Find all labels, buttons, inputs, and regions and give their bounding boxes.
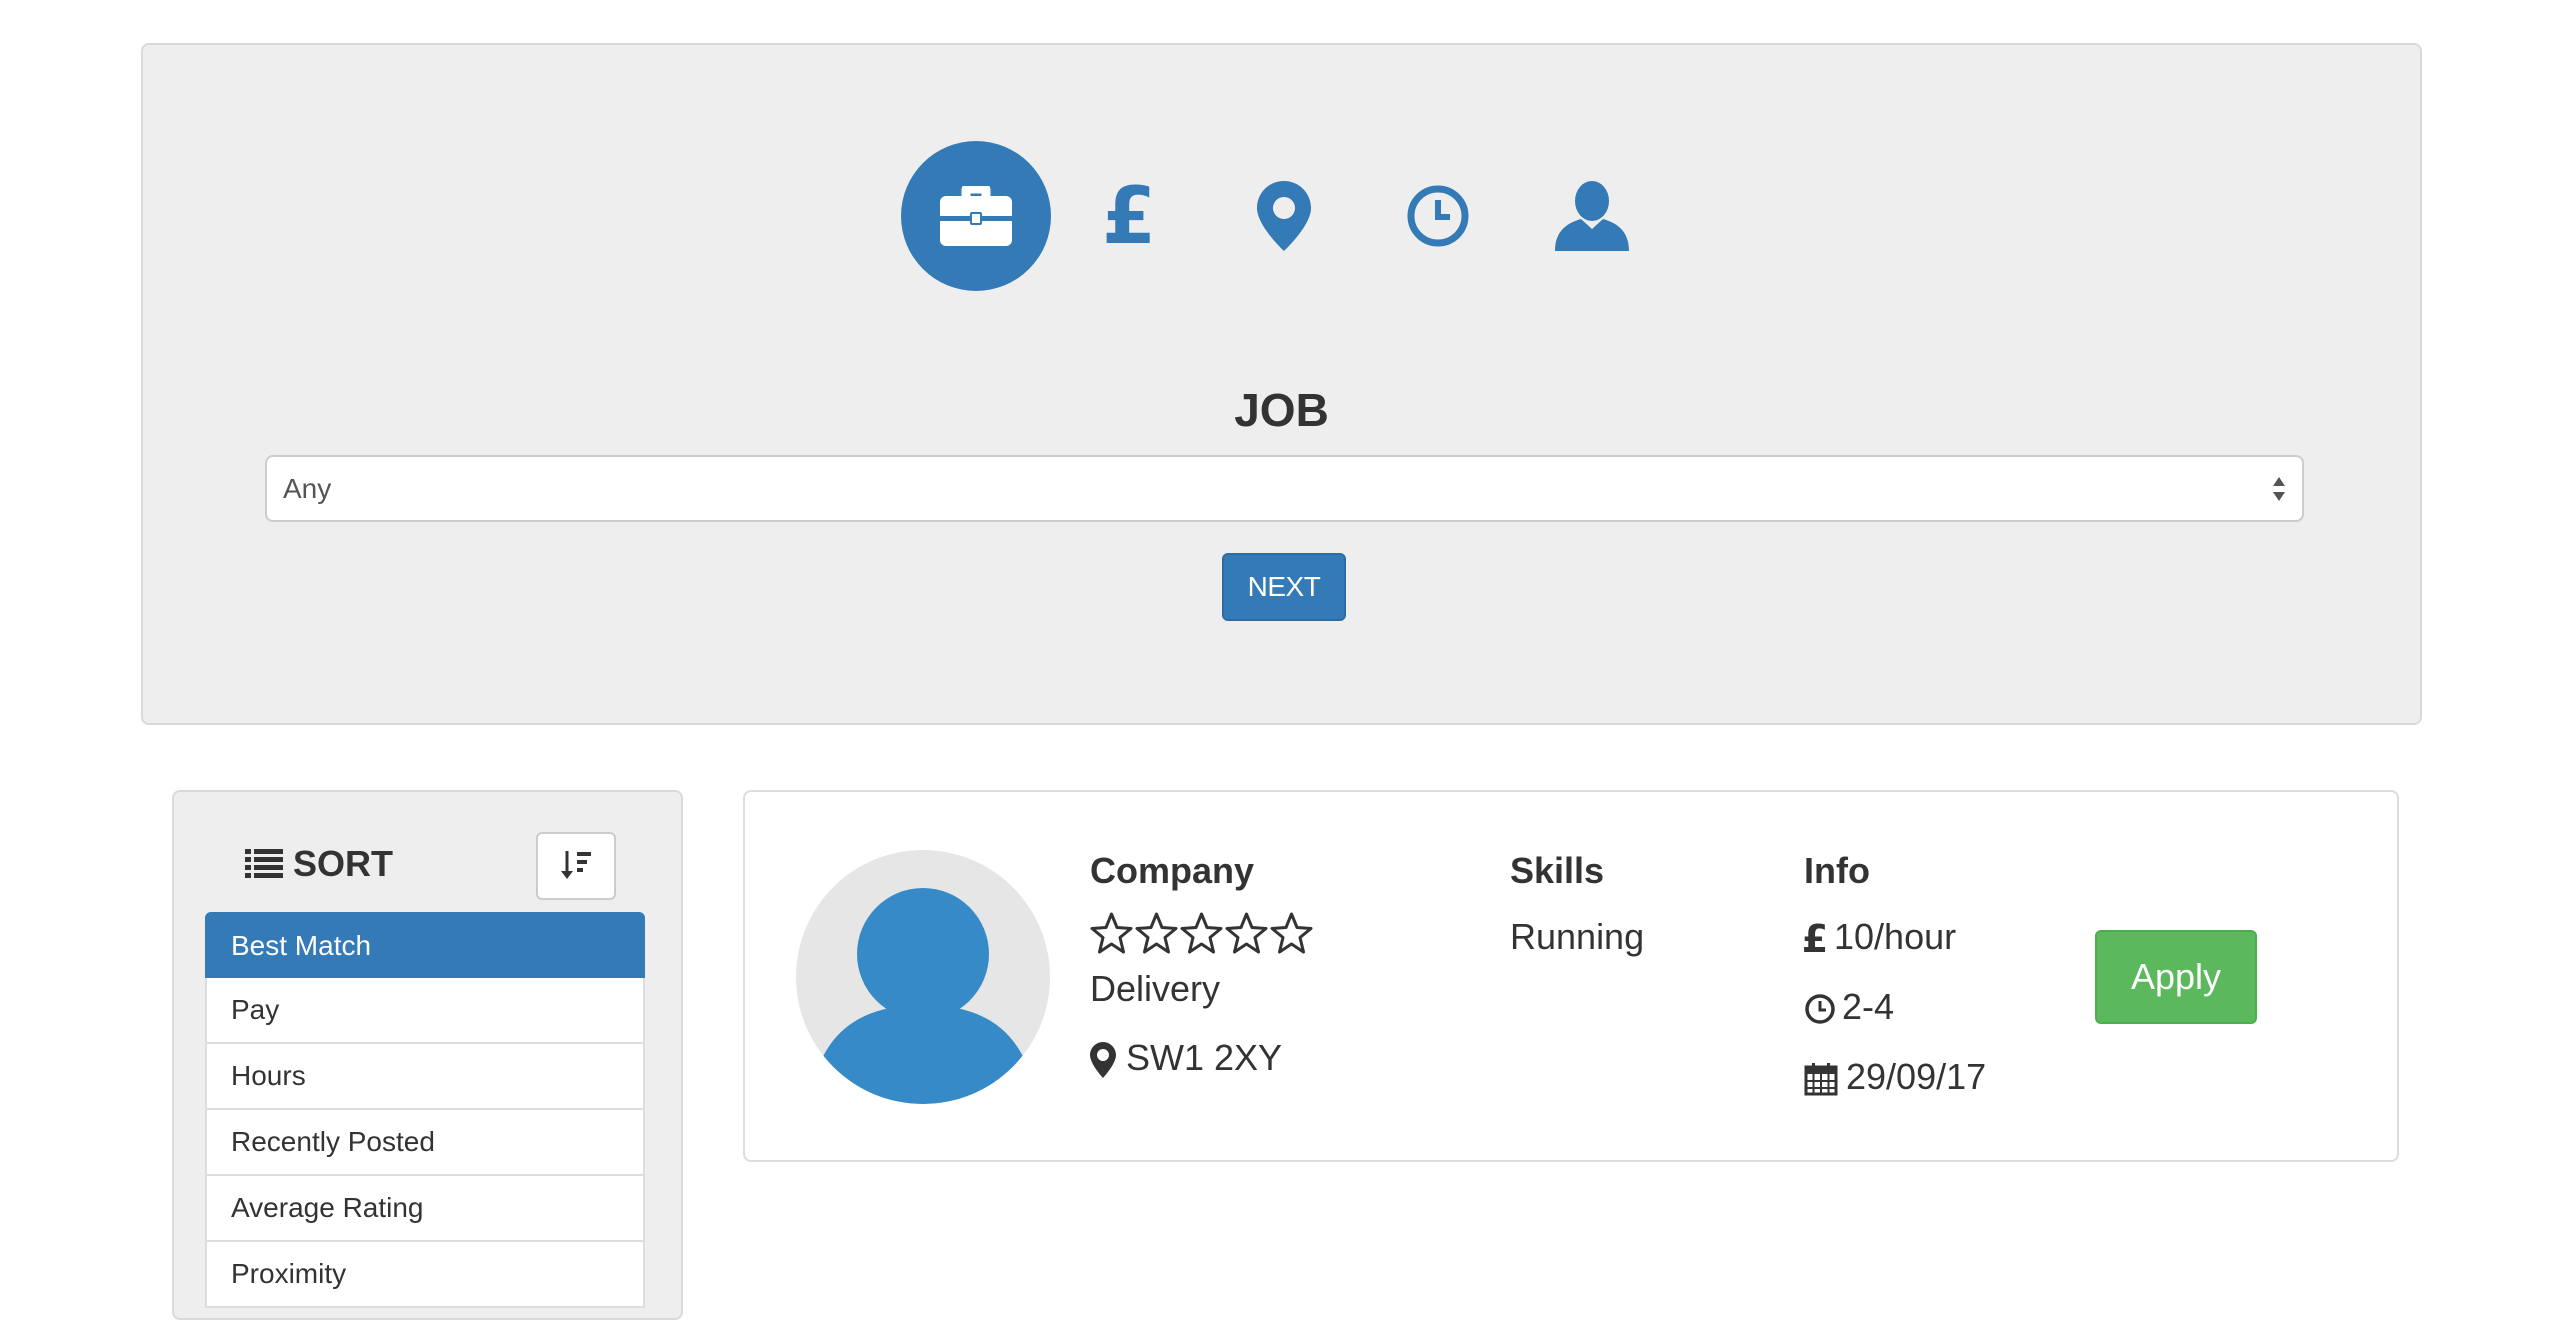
star-empty-icon (1270, 912, 1313, 954)
step-pay[interactable]: £ (1054, 141, 1204, 291)
sort-option-proximity[interactable]: Proximity (205, 1242, 645, 1308)
job-hours: 2-4 (1804, 986, 1894, 1028)
job-category: Delivery (1090, 968, 1221, 1009)
sort-option-hours[interactable]: Hours (205, 1044, 645, 1110)
job-card: Company Delivery SW1 2XY Skills Running … (743, 790, 2399, 1162)
svg-text:£: £ (1105, 183, 1153, 249)
avatar (796, 850, 1050, 1104)
sort-option-pay[interactable]: Pay (205, 978, 645, 1044)
step-location[interactable] (1209, 141, 1359, 291)
job-skills: Running (1510, 916, 1645, 957)
sort-heading: SORT (245, 843, 394, 884)
rating-stars (1090, 912, 1313, 954)
pound-icon: £ (1105, 183, 1153, 249)
job-type-select[interactable]: Any (265, 455, 2304, 522)
search-wizard-panel: £ JOB Any NEXT (141, 43, 2422, 725)
list-icon (245, 849, 283, 878)
sort-direction-button[interactable] (536, 832, 616, 900)
calendar-icon (1804, 1063, 1838, 1096)
sort-option-best-match[interactable]: Best Match (205, 912, 645, 978)
job-location: SW1 2XY (1090, 1037, 1282, 1079)
sort-panel: SORT Best Match Pay Hours Recently Poste… (172, 790, 683, 1320)
sort-options: Best Match Pay Hours Recently Posted Ave… (205, 912, 645, 1308)
star-empty-icon (1135, 912, 1178, 954)
briefcase-icon (940, 186, 1012, 246)
sort-heading-label: SORT (293, 843, 394, 884)
pound-icon: £ (1804, 922, 1826, 956)
step-title: JOB (1234, 384, 1329, 436)
map-marker-icon (1257, 181, 1311, 251)
select-arrows-icon (2273, 477, 2285, 501)
clock-icon (1805, 994, 1835, 1025)
sort-amount-desc-icon (561, 851, 591, 879)
job-date-value: 29/09/17 (1846, 1056, 1987, 1097)
user-icon (1555, 181, 1629, 251)
apply-button[interactable]: Apply (2095, 930, 2257, 1024)
job-hours-value: 2-4 (1842, 986, 1895, 1027)
job-type-select-value: Any (283, 473, 332, 504)
star-empty-icon (1090, 912, 1133, 954)
job-date: 29/09/17 (1804, 1056, 1986, 1098)
step-job[interactable] (901, 141, 1051, 291)
star-empty-icon (1180, 912, 1223, 954)
company-heading: Company (1090, 850, 1255, 891)
job-pay-value: 10/hour (1834, 916, 1957, 957)
job-postcode: SW1 2XY (1126, 1037, 1283, 1078)
info-heading: Info (1804, 850, 1870, 891)
sort-option-recently-posted[interactable]: Recently Posted (205, 1110, 645, 1176)
user-avatar-icon (818, 888, 1028, 1104)
clock-icon (1407, 185, 1469, 247)
map-marker-icon (1090, 1042, 1116, 1079)
skills-heading: Skills (1510, 850, 1605, 891)
step-time[interactable] (1363, 141, 1513, 291)
star-empty-icon (1225, 912, 1268, 954)
job-pay: £10/hour (1804, 916, 1956, 958)
wizard-steps: £ (143, 141, 2420, 291)
next-button[interactable]: NEXT (1222, 553, 1346, 621)
sort-option-average-rating[interactable]: Average Rating (205, 1176, 645, 1242)
svg-text:£: £ (1804, 922, 1826, 956)
step-profile[interactable] (1517, 141, 1667, 291)
